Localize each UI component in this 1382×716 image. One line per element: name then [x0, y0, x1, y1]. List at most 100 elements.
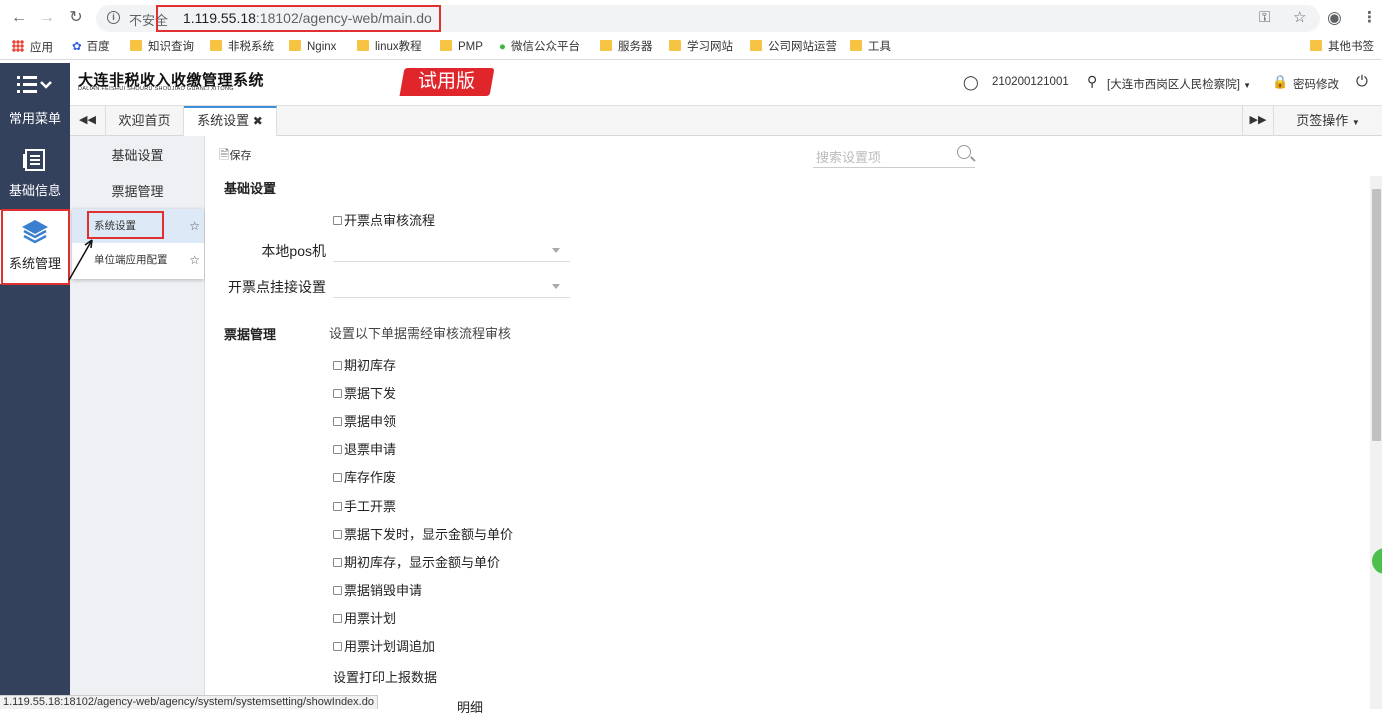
power-icon[interactable]: ⏻: [1356, 73, 1368, 90]
checkbox[interactable]: [333, 445, 342, 454]
org-selector[interactable]: [大连市西岗区人民检察院] ▼: [1107, 76, 1251, 92]
profile-icon[interactable]: ◉: [1327, 9, 1342, 27]
checkbox-row[interactable]: 退票申请: [333, 439, 396, 458]
document-icon: [23, 149, 45, 171]
folder-icon: [289, 40, 301, 51]
nav-common-menu[interactable]: 常用菜单: [0, 63, 70, 133]
bookmark-item[interactable]: PMP: [440, 40, 483, 54]
bookmark-baidu[interactable]: ✿ 百度: [72, 40, 110, 54]
more-icon[interactable]: ⋮: [1362, 9, 1377, 27]
checkbox-row[interactable]: 用票计划: [333, 608, 396, 627]
folder-icon: [1310, 40, 1322, 51]
checkbox-row[interactable]: 期初库存: [333, 355, 396, 374]
checkbox[interactable]: [333, 614, 342, 623]
bookmark-item[interactable]: 公司网站运营: [750, 40, 837, 54]
checkbox[interactable]: [333, 530, 342, 539]
print-settings-title: 设置打印上报数据: [333, 670, 438, 685]
bookmark-item[interactable]: linux教程: [357, 40, 422, 54]
checkbox[interactable]: [333, 642, 342, 651]
bookmark-item[interactable]: 非税系统: [210, 40, 274, 54]
star-icon[interactable]: ☆: [189, 209, 200, 243]
url-text[interactable]: 1.119.55.18:18102/agency-web/main.do: [183, 10, 432, 26]
checkbox[interactable]: [333, 558, 342, 567]
scroll-right-icon[interactable]: ▶▶: [1242, 106, 1274, 136]
caret-down-icon: ▼: [1243, 81, 1252, 90]
bookmark-item[interactable]: 服务器: [600, 40, 653, 54]
bookmark-apps[interactable]: 应用: [12, 40, 53, 55]
chevron-down-icon: [552, 284, 560, 289]
settings-content: 🗎保存 搜索设置项 基础设置 开票点审核流程 本地pos机 开票点挂接设置 票据…: [205, 136, 1382, 715]
bookmark-item[interactable]: Nginx: [289, 40, 336, 54]
info-icon[interactable]: i: [107, 11, 120, 24]
page-ops-menu[interactable]: 页签操作 ▼: [1274, 106, 1382, 136]
forward-icon[interactable]: →: [38, 9, 56, 27]
bookmark-item[interactable]: 学习网站: [669, 40, 733, 54]
user-id[interactable]: 210200121001: [992, 76, 1069, 88]
folder-icon: [669, 40, 681, 51]
checkbox-row[interactable]: 票据申领: [333, 411, 396, 430]
search-input[interactable]: 搜索设置项: [813, 142, 975, 168]
search-icon[interactable]: [957, 145, 971, 159]
nav-label: 常用菜单: [8, 111, 61, 126]
address-bar: ← → ↻ i 不安全 1.119.55.18:18102/agency-web…: [0, 0, 1382, 36]
checkbox-row[interactable]: 期初库存，显示金额与单价: [333, 552, 500, 571]
mount-select[interactable]: [333, 274, 570, 298]
pos-label: 本地pos机: [261, 243, 326, 259]
partial-label: 明细: [457, 700, 484, 715]
location-icon: ⚲: [1087, 73, 1098, 89]
tab-home[interactable]: 欢迎首页: [106, 106, 184, 136]
reload-icon[interactable]: ↻: [67, 9, 85, 27]
checkbox[interactable]: [333, 586, 342, 595]
menu-icon: [17, 76, 52, 93]
highlight-box: [1, 209, 70, 285]
back-icon[interactable]: ←: [10, 9, 28, 27]
checkbox[interactable]: [333, 389, 342, 398]
folder-icon: [600, 40, 612, 51]
checkbox[interactable]: [333, 502, 342, 511]
close-icon[interactable]: ✖: [253, 114, 263, 128]
bookmark-wechat[interactable]: ● 微信公众平台: [499, 40, 580, 54]
folder-icon: [357, 40, 369, 51]
checkbox[interactable]: [333, 361, 342, 370]
chevron-down-icon: [552, 248, 560, 253]
bookmarks-bar: 应用 ✿ 百度 知识查询 非税系统 Nginx linux教程 PMP ● 微信公众…: [0, 36, 1382, 60]
bookmark-item[interactable]: 工具: [850, 40, 891, 54]
checkbox-row[interactable]: 开票点审核流程: [333, 210, 435, 229]
checkbox-row[interactable]: 票据下发: [333, 383, 396, 402]
checkbox[interactable]: [333, 473, 342, 482]
bookmark-item[interactable]: 知识查询: [130, 40, 194, 54]
subnav-ticket-management[interactable]: 票据管理: [70, 175, 205, 209]
scroll-left-icon[interactable]: ◀◀: [70, 106, 106, 136]
baidu-icon: ✿: [72, 41, 82, 53]
search-placeholder: 搜索设置项: [816, 150, 882, 165]
subnav-basic-settings[interactable]: 基础设置: [70, 139, 205, 173]
star-icon[interactable]: ☆: [1293, 9, 1306, 27]
folder-icon: [850, 40, 862, 51]
folder-icon: [440, 40, 452, 51]
tab-bar: ◀◀ 欢迎首页 系统设置 ✖ ▶▶ 页签操作 ▼: [70, 106, 1382, 136]
caret-down-icon: ▼: [1351, 118, 1360, 127]
checkbox-row[interactable]: 用票计划调追加: [333, 636, 435, 655]
pointer-arrow: [68, 239, 93, 281]
wechat-icon: ●: [499, 41, 506, 53]
nav-basic-info[interactable]: 基础信息: [0, 138, 70, 208]
star-icon[interactable]: ☆: [189, 243, 200, 277]
highlight-box: [87, 211, 164, 239]
file-icon: 🗎: [219, 147, 230, 162]
checkbox-row[interactable]: 票据销毁申请: [333, 580, 422, 599]
checkbox-row[interactable]: 库存作废: [333, 467, 396, 486]
checkbox[interactable]: [333, 216, 342, 225]
tab-system-settings[interactable]: 系统设置 ✖: [184, 106, 277, 136]
save-button[interactable]: 🗎保存: [219, 146, 251, 168]
pos-select[interactable]: [333, 238, 570, 262]
bookmark-other[interactable]: 其他书签: [1310, 40, 1374, 54]
scrollbar-thumb[interactable]: [1372, 189, 1381, 441]
checkbox-row[interactable]: 手工开票: [333, 496, 396, 515]
password-change-link[interactable]: 密码修改: [1293, 76, 1339, 92]
apps-icon: [12, 40, 24, 52]
checkbox[interactable]: [333, 417, 342, 426]
key-icon[interactable]: ⚿: [1259, 9, 1270, 27]
lock-icon: 🔒: [1272, 74, 1289, 89]
left-nav: 常用菜单 基础信息 系统管理: [0, 63, 70, 709]
checkbox-row[interactable]: 票据下发时，显示金额与单价: [333, 524, 513, 543]
